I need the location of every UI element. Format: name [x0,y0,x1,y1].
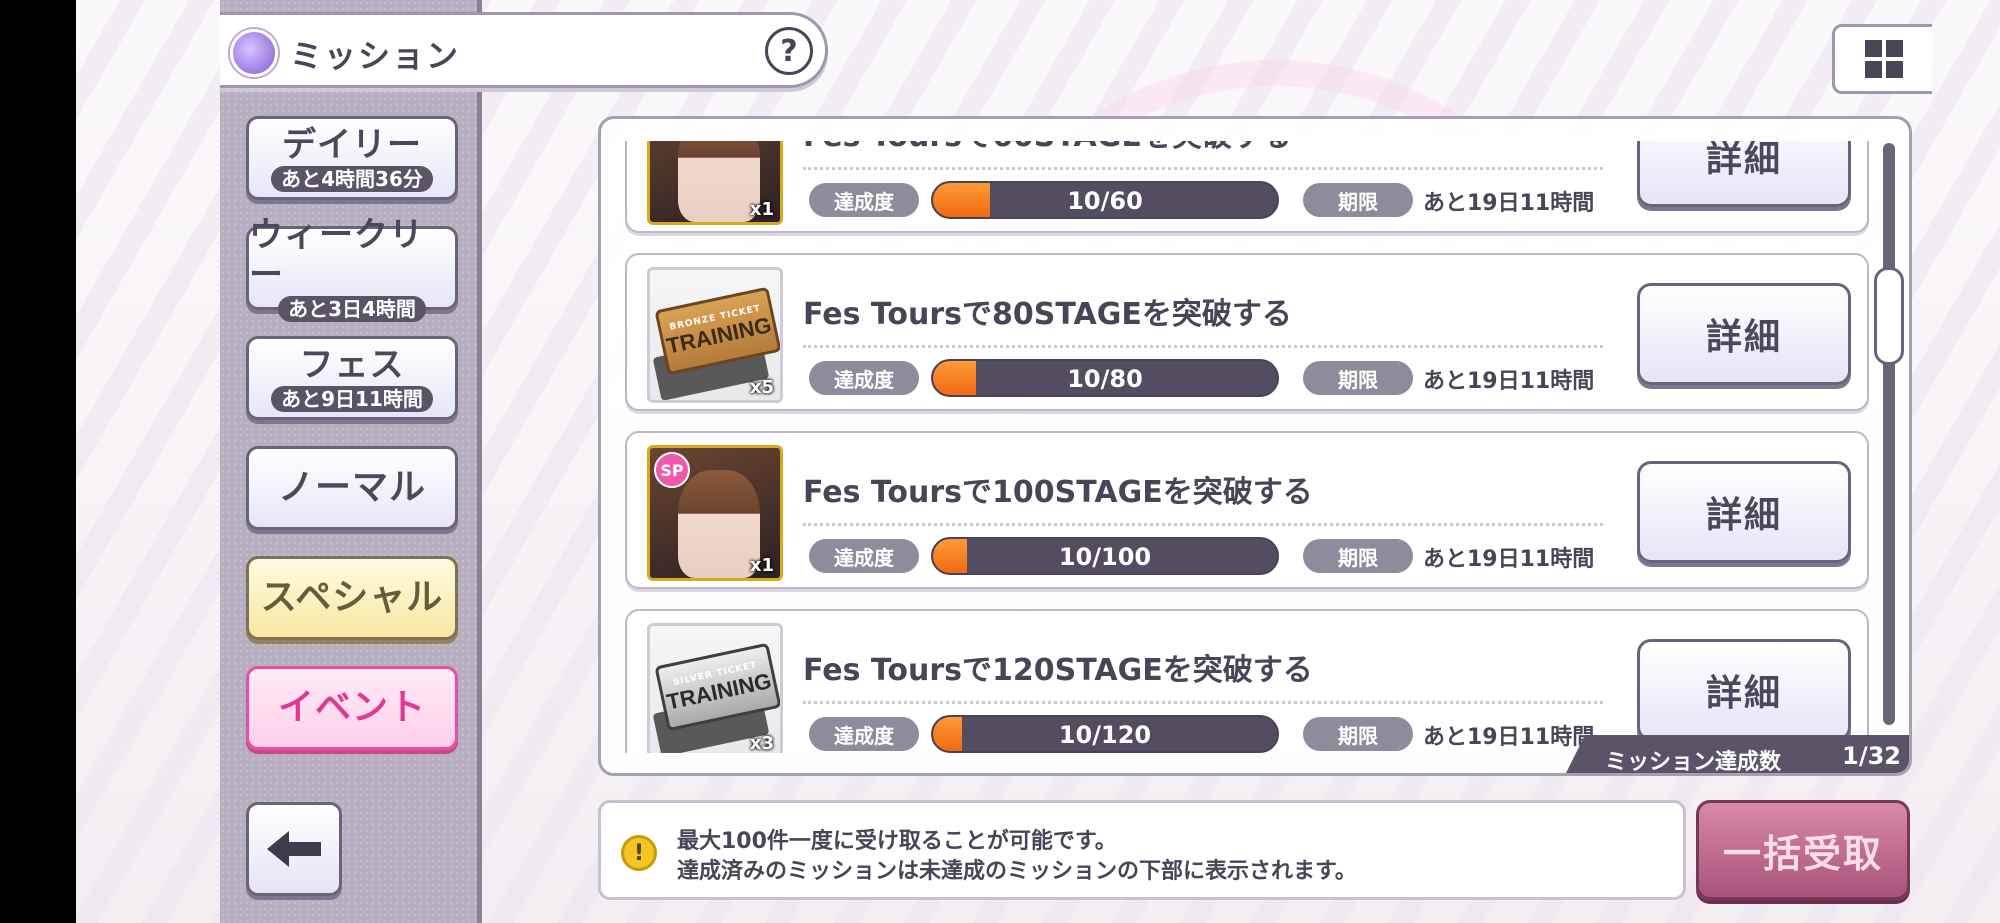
mission-icon [230,29,278,77]
progress-text: 10/80 [1067,365,1143,393]
mission-count-label: ミッション達成数 [1605,750,1782,775]
notice-box: ! 最大100件一度に受け取ることが可能です。 達成済みのミッションは未達成のミ… [598,800,1686,900]
silver-training-ticket-icon: SILVER TICKET TRAINING x3 [647,623,783,753]
sidebar-item-label: フェス [299,344,405,385]
character-portrait [678,141,760,222]
sidebar-item-time-remaining: あと9日11時間 [271,385,433,412]
progress-label: 達成度 [809,539,919,573]
progress-label: 達成度 [809,183,919,217]
mission-count-bar: ミッション達成数 1/32 [1563,735,1909,775]
progress-bar: 10/120 [931,715,1279,753]
sidebar-item-special[interactable]: スペシャル [246,556,458,640]
menu-button[interactable] [1832,24,1932,94]
limit-text: あと19日11時間 [1423,369,1595,394]
divider [803,167,1603,170]
sidebar-item-daily[interactable]: デイリー あと4時間36分 [246,116,458,200]
mission-title: Fes Toursで80STAGEを突破する [803,297,1292,332]
notice-text: 達成済みのミッションは未達成のミッションの下部に表示されます。 [677,859,1357,884]
progress-bar: 10/100 [931,537,1279,575]
progress-bar: 10/60 [931,181,1279,219]
mission-category-sidebar: デイリー あと4時間36分 ウィークリー あと3日4時間 フェス あと9日11時… [220,0,482,923]
mission-list-panel: x1 Fes Toursで60STAGEを突破する 達成度 10/60 期限 あ… [598,116,1912,776]
limit-text: あと19日11時間 [1423,725,1595,750]
mission-list[interactable]: x1 Fes Toursで60STAGEを突破する 達成度 10/60 期限 あ… [601,141,1881,753]
sidebar-item-normal[interactable]: ノーマル [246,446,458,530]
limit-text: あと19日11時間 [1423,191,1595,216]
mission-row: BRONZE TICKET TRAINING x5 Fes Toursで80ST… [625,253,1869,411]
mission-row: SILVER TICKET TRAINING x3 Fes Toursで120S… [625,609,1869,753]
reward-count: x5 [749,377,774,398]
notice-text: 最大100件一度に受け取ることが可能です。 [677,829,1117,854]
mission-title: Fes Toursで100STAGEを突破する [803,475,1313,510]
scroll-thumb[interactable] [1874,267,1904,365]
detail-button[interactable]: 詳細 [1637,639,1851,741]
mission-row: x1 Fes Toursで60STAGEを突破する 達成度 10/60 期限 あ… [625,141,1869,233]
sp-badge: SP [654,452,690,488]
mission-title: Fes Toursで60STAGEを突破する [803,141,1292,155]
sidebar-item-label: ノーマル [277,467,426,508]
divider [803,345,1603,348]
mission-title: Fes Toursで120STAGEを突破する [803,653,1313,688]
detail-button[interactable]: 詳細 [1637,461,1851,563]
bronze-training-ticket-icon: BRONZE TICKET TRAINING x5 [647,267,783,403]
help-button[interactable]: ? [765,27,813,75]
limit-label: 期限 [1303,717,1413,751]
sidebar-item-label: デイリー [282,124,422,165]
sidebar-item-time-remaining: あと3日4時間 [278,295,426,322]
character-portrait [678,470,760,578]
reward-count: x1 [749,199,774,220]
reward-count: x3 [749,733,774,753]
progress-label: 達成度 [809,361,919,395]
game-screen: デイリー あと4時間36分 ウィークリー あと3日4時間 フェス あと9日11時… [76,0,2000,923]
arrow-left-icon [267,831,321,867]
character-card-icon: SP x1 [647,445,783,581]
sidebar-item-label: スペシャル [260,577,444,618]
limit-label: 期限 [1303,539,1413,573]
detail-button[interactable]: 詳細 [1637,283,1851,385]
page-title: ミッション [290,37,461,75]
character-card-icon: x1 [647,141,783,225]
scrollbar[interactable] [1874,143,1904,725]
progress-label: 達成度 [809,717,919,751]
divider [803,701,1603,704]
sidebar-item-label: ウィークリー [249,214,424,295]
collect-all-button[interactable]: 一括受取 [1696,800,1910,900]
progress-bar: 10/80 [931,359,1279,397]
mission-count-value: 1/32 [1842,742,1901,770]
back-button[interactable] [246,802,342,896]
mission-row: SP x1 Fes Toursで100STAGEを突破する 達成度 10/100… [625,431,1869,589]
progress-text: 10/120 [1058,721,1152,749]
page-header: ミッション ? [220,12,828,88]
limit-text: あと19日11時間 [1423,547,1595,572]
sidebar-item-weekly[interactable]: ウィークリー あと3日4時間 [246,215,458,322]
sidebar-item-label: イベント [277,687,426,728]
sidebar-item-time-remaining: あと4時間36分 [271,165,433,192]
grid-menu-icon [1864,40,1903,78]
reward-count: x1 [749,555,774,576]
sidebar-item-event[interactable]: イベント [246,666,458,750]
exclamation-icon: ! [621,835,657,871]
limit-label: 期限 [1303,361,1413,395]
progress-text: 10/100 [1058,543,1152,571]
divider [803,523,1603,526]
progress-text: 10/60 [1067,187,1143,215]
limit-label: 期限 [1303,183,1413,217]
sidebar-item-fes[interactable]: フェス あと9日11時間 [246,336,458,420]
detail-button[interactable]: 詳細 [1637,141,1851,207]
